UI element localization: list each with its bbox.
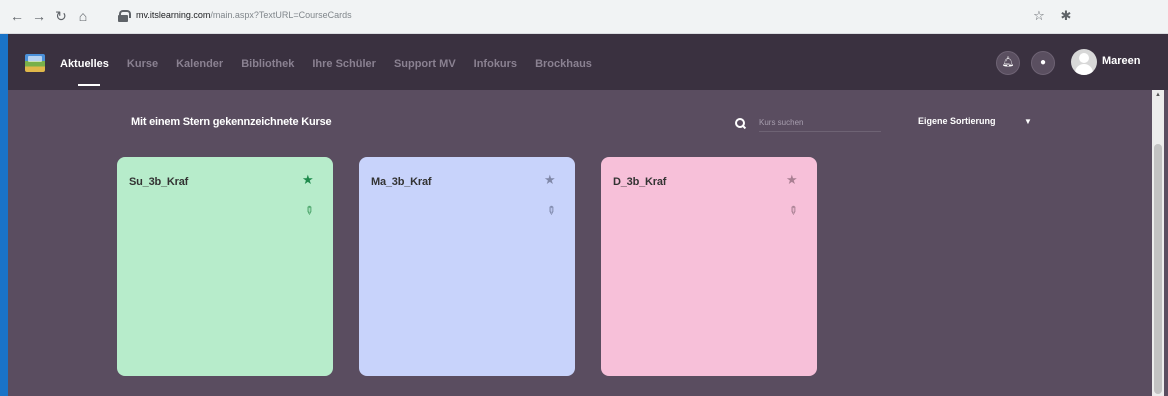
left-accent-bar bbox=[0, 34, 8, 396]
course-card-ma[interactable]: Ma_3b_Kraf ★ ✎ bbox=[359, 157, 575, 376]
card-title[interactable]: D_3b_Kraf bbox=[613, 176, 666, 188]
message-icon: ● bbox=[1039, 57, 1047, 68]
course-card-su[interactable]: Su_3b_Kraf ★ ✎ bbox=[117, 157, 333, 376]
section-title: Mit einem Stern gekennzeichnete Kurse bbox=[131, 116, 332, 128]
nav-item-brockhaus[interactable]: Brockhaus bbox=[535, 58, 592, 70]
browser-toolbar: ← → ↻ ⌂ mv.itslearning.com/main.aspx?Tex… bbox=[0, 0, 1168, 34]
app-window: Aktuelles Kurse Kalender Bibliothek Ihre Sch… bbox=[0, 34, 1168, 396]
pencil-icon[interactable]: ✎ bbox=[543, 203, 558, 218]
arrow-left-icon[interactable]: ← bbox=[8, 7, 26, 25]
nav-items: Aktuelles Kurse Kalender Bibliothek Ihre Sch… bbox=[60, 54, 610, 72]
card-title[interactable]: Su_3b_Kraf bbox=[129, 176, 188, 188]
pencil-icon[interactable]: ✎ bbox=[785, 203, 800, 218]
home-icon[interactable]: ⌂ bbox=[74, 7, 92, 25]
scroll-thumb[interactable] bbox=[1154, 144, 1162, 394]
avatar[interactable] bbox=[1071, 49, 1097, 75]
star-icon[interactable]: ★ bbox=[302, 173, 314, 187]
app-logo[interactable] bbox=[25, 54, 45, 72]
sort-select[interactable]: Eigene Sortierung bbox=[918, 116, 996, 126]
nav-item-infokurs[interactable]: Infokurs bbox=[474, 58, 517, 70]
course-search-input[interactable] bbox=[759, 114, 881, 132]
nav-item-kalender[interactable]: Kalender bbox=[176, 58, 223, 70]
nav-item-kurse[interactable]: Kurse bbox=[127, 58, 158, 70]
scrollbar[interactable]: ▲ bbox=[1152, 90, 1164, 396]
puzzle-icon[interactable]: ✱ bbox=[1057, 7, 1075, 25]
star-icon[interactable]: ☆ bbox=[1030, 7, 1048, 25]
nav-item-support-mv[interactable]: Support MV bbox=[394, 58, 456, 70]
reload-icon[interactable]: ↻ bbox=[52, 7, 70, 25]
messages-button[interactable]: ● bbox=[1031, 51, 1055, 75]
course-card-d[interactable]: D_3b_Kraf ★ ✎ bbox=[601, 157, 817, 376]
caret-down-icon[interactable]: ▼ bbox=[1024, 117, 1032, 126]
notifications-button[interactable]: 🔔︎ bbox=[996, 51, 1020, 75]
pencil-icon[interactable]: ✎ bbox=[301, 203, 316, 218]
user-name[interactable]: Mareen bbox=[1102, 55, 1141, 67]
top-navigation: Aktuelles Kurse Kalender Bibliothek Ihre Sch… bbox=[8, 34, 1168, 90]
nav-item-ihre-schueler[interactable]: Ihre Schüler bbox=[312, 58, 376, 70]
bell-icon: 🔔︎ bbox=[1001, 57, 1015, 68]
active-tab-indicator bbox=[78, 84, 100, 86]
star-icon[interactable]: ★ bbox=[786, 173, 798, 187]
address-bar[interactable]: mv.itslearning.com/main.aspx?TextURL=Cou… bbox=[110, 5, 990, 29]
scroll-up-icon[interactable]: ▲ bbox=[1155, 92, 1161, 98]
star-icon[interactable]: ★ bbox=[544, 173, 556, 187]
lock-icon bbox=[118, 10, 131, 22]
search-icon[interactable] bbox=[735, 118, 746, 129]
card-title[interactable]: Ma_3b_Kraf bbox=[371, 176, 432, 188]
nav-item-aktuelles[interactable]: Aktuelles bbox=[60, 58, 109, 70]
arrow-right-icon[interactable]: → bbox=[30, 7, 48, 25]
nav-item-bibliothek[interactable]: Bibliothek bbox=[241, 58, 294, 70]
url-text: mv.itslearning.com/main.aspx?TextURL=Cou… bbox=[136, 10, 352, 20]
